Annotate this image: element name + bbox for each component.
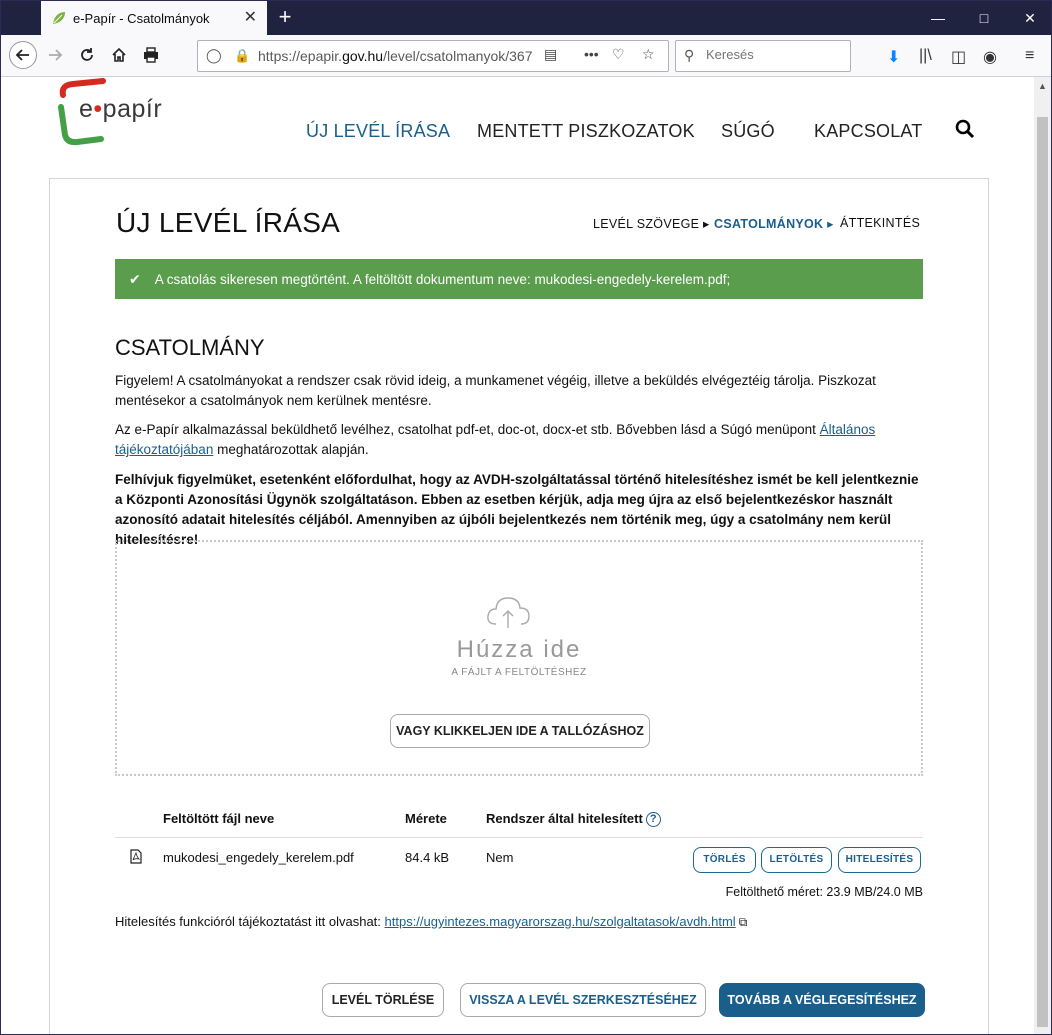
delete-letter-button[interactable]: LEVÉL TÖRLÉSE: [322, 983, 444, 1017]
search-icon: ⚲: [684, 47, 695, 63]
back-arrow-icon: [15, 49, 29, 61]
nav-help[interactable]: SÚGÓ: [721, 121, 775, 142]
column-header-filename: Feltöltött fájl neve: [163, 811, 275, 826]
nav-contact[interactable]: KAPCSOLAT: [814, 121, 923, 142]
column-header-size: Mérete: [405, 811, 447, 826]
browser-tab[interactable]: e-Papír - Csatolmányok ✕: [41, 1, 267, 35]
success-alert: ✔ A csatolás sikeresen megtörtént. A fel…: [115, 259, 923, 299]
minimize-icon[interactable]: —: [915, 1, 961, 35]
browse-files-button[interactable]: VAGY KLIKKELJEN IDE A TALLÓZÁSHOZ: [390, 714, 650, 748]
downloads-icon[interactable]: ⬇: [887, 47, 900, 67]
url-text[interactable]: https://epapir.gov.hu/level/csatolmanyok…: [258, 48, 536, 64]
more-actions-icon[interactable]: •••: [584, 46, 599, 62]
reload-button[interactable]: [73, 41, 101, 69]
home-icon: [112, 47, 126, 62]
forward-arrow-icon: [49, 49, 63, 61]
page-viewport: e•papír ÚJ LEVÉL ÍRÁSA MENTETT PISZKOZAT…: [1, 77, 1034, 1034]
bookmark-star-icon[interactable]: ☆: [642, 46, 655, 63]
avdh-info-link[interactable]: https://ugyintezes.magyarorszag.hu/szolg…: [385, 914, 736, 929]
attachment-info-text: Az e-Papír alkalmazással beküldhető levé…: [115, 422, 876, 457]
home-button[interactable]: [105, 41, 133, 69]
file-verified: Nem: [486, 850, 514, 865]
address-bar[interactable]: ◯ 🔒 https://epapir.gov.hu/level/csatolma…: [197, 40, 669, 72]
delete-file-button[interactable]: TÖRLÉS: [693, 847, 756, 873]
download-file-button[interactable]: LETÖLTÉS: [761, 847, 832, 873]
menu-icon[interactable]: ≡: [1025, 47, 1034, 65]
step-attachments[interactable]: CSATOLMÁNYOK ▸: [714, 216, 834, 231]
back-to-edit-button[interactable]: VISSZA A LEVÉL SZERKESZTÉSÉHEZ: [460, 983, 706, 1017]
table-divider: [115, 837, 923, 838]
external-link-icon: ⧉: [738, 915, 748, 929]
step-letter-text[interactable]: LEVÉL SZÖVEGE ▸: [593, 216, 710, 231]
print-button[interactable]: [137, 41, 165, 69]
tab-close-icon[interactable]: ✕: [244, 10, 257, 26]
tab-title: e-Papír - Csatolmányok: [73, 10, 210, 26]
reload-icon: [81, 48, 93, 61]
tracking-shield-icon[interactable]: ◯: [206, 47, 222, 64]
alert-text: A csatolás sikeresen megtörtént. A feltö…: [154, 271, 731, 287]
file-drop-zone[interactable]: Húzza ide A FÁJLT A FELTÖLTÉSHEZ VAGY KL…: [115, 540, 923, 776]
authenticate-file-button[interactable]: HITELESÍTÉS: [838, 847, 921, 873]
sidebar-icon[interactable]: ◫: [951, 47, 966, 67]
upload-quota: Feltölthető méret: 23.9 MB/24.0 MB: [725, 885, 923, 899]
avdh-info-line: Hitelesítés funkcióról tájékoztatást itt…: [115, 914, 748, 929]
account-icon[interactable]: ◉: [983, 47, 997, 67]
forward-button[interactable]: [41, 41, 69, 69]
step-overview[interactable]: ÁTTEKINTÉS: [840, 216, 920, 230]
browser-search-box[interactable]: ⚲: [675, 40, 851, 72]
avdh-notice-text: Felhívjuk figyelmüket, esetenként előfor…: [115, 472, 919, 547]
new-tab-button[interactable]: +: [273, 6, 297, 30]
maximize-icon[interactable]: □: [961, 1, 1007, 35]
lock-icon[interactable]: 🔒: [234, 48, 250, 64]
printer-icon: [144, 47, 158, 63]
leaf-favicon-icon: [53, 12, 65, 24]
column-header-verified: Rendszer által hitelesített?: [486, 811, 661, 827]
navigation-toolbar: ◯ 🔒 https://epapir.gov.hu/level/csatolma…: [1, 35, 1051, 77]
close-window-icon[interactable]: ✕: [1007, 1, 1051, 35]
reader-view-icon[interactable]: ▤: [544, 46, 557, 63]
site-search-icon[interactable]: [955, 119, 975, 139]
continue-to-finalize-button[interactable]: TOVÁBB A VÉGLEGESÍTÉSHEZ: [719, 983, 925, 1017]
nav-saved-drafts[interactable]: MENTETT PISZKOZATOK: [477, 121, 695, 142]
nav-new-letter[interactable]: ÚJ LEVÉL ÍRÁSA: [306, 121, 450, 142]
drop-zone-title: Húzza ide: [456, 636, 582, 663]
pdf-file-icon: [130, 849, 142, 864]
cloud-upload-icon: [487, 597, 530, 628]
pocket-icon[interactable]: ♡: [612, 46, 625, 63]
page-title: ÚJ LEVÉL ÍRÁSA: [116, 207, 341, 238]
content-card: ÚJ LEVÉL ÍRÁSA LEVÉL SZÖVEGE ▸ CSATOLMÁN…: [49, 178, 989, 1034]
library-icon[interactable]: ||\: [919, 47, 932, 65]
drop-zone-subtitle: A FÁJLT A FELTÖLTÉSHEZ: [451, 667, 587, 678]
browser-window: e-Papír - Csatolmányok ✕ + — □ ✕ ◯ 🔒 htt…: [0, 0, 1052, 1035]
scrollbar-thumb[interactable]: [1037, 117, 1048, 1027]
page-scrollbar[interactable]: ▲: [1034, 77, 1051, 1034]
back-button[interactable]: [9, 41, 37, 69]
attachment-warning-text: Figyelem! A csatolmányokat a rendszer cs…: [115, 373, 876, 408]
browser-search-input[interactable]: [704, 46, 848, 63]
tab-bar: e-Papír - Csatolmányok ✕ + — □ ✕: [1, 1, 1051, 35]
logo-text[interactable]: e•papír: [79, 95, 162, 124]
scroll-up-icon[interactable]: ▲: [1038, 81, 1047, 91]
section-title: CSATOLMÁNY: [115, 335, 265, 360]
file-name: mukodesi_engedely_kerelem.pdf: [163, 850, 354, 865]
help-icon[interactable]: ?: [645, 812, 661, 827]
checkmark-icon: ✔: [129, 270, 141, 287]
file-size: 84.4 kB: [405, 850, 450, 865]
